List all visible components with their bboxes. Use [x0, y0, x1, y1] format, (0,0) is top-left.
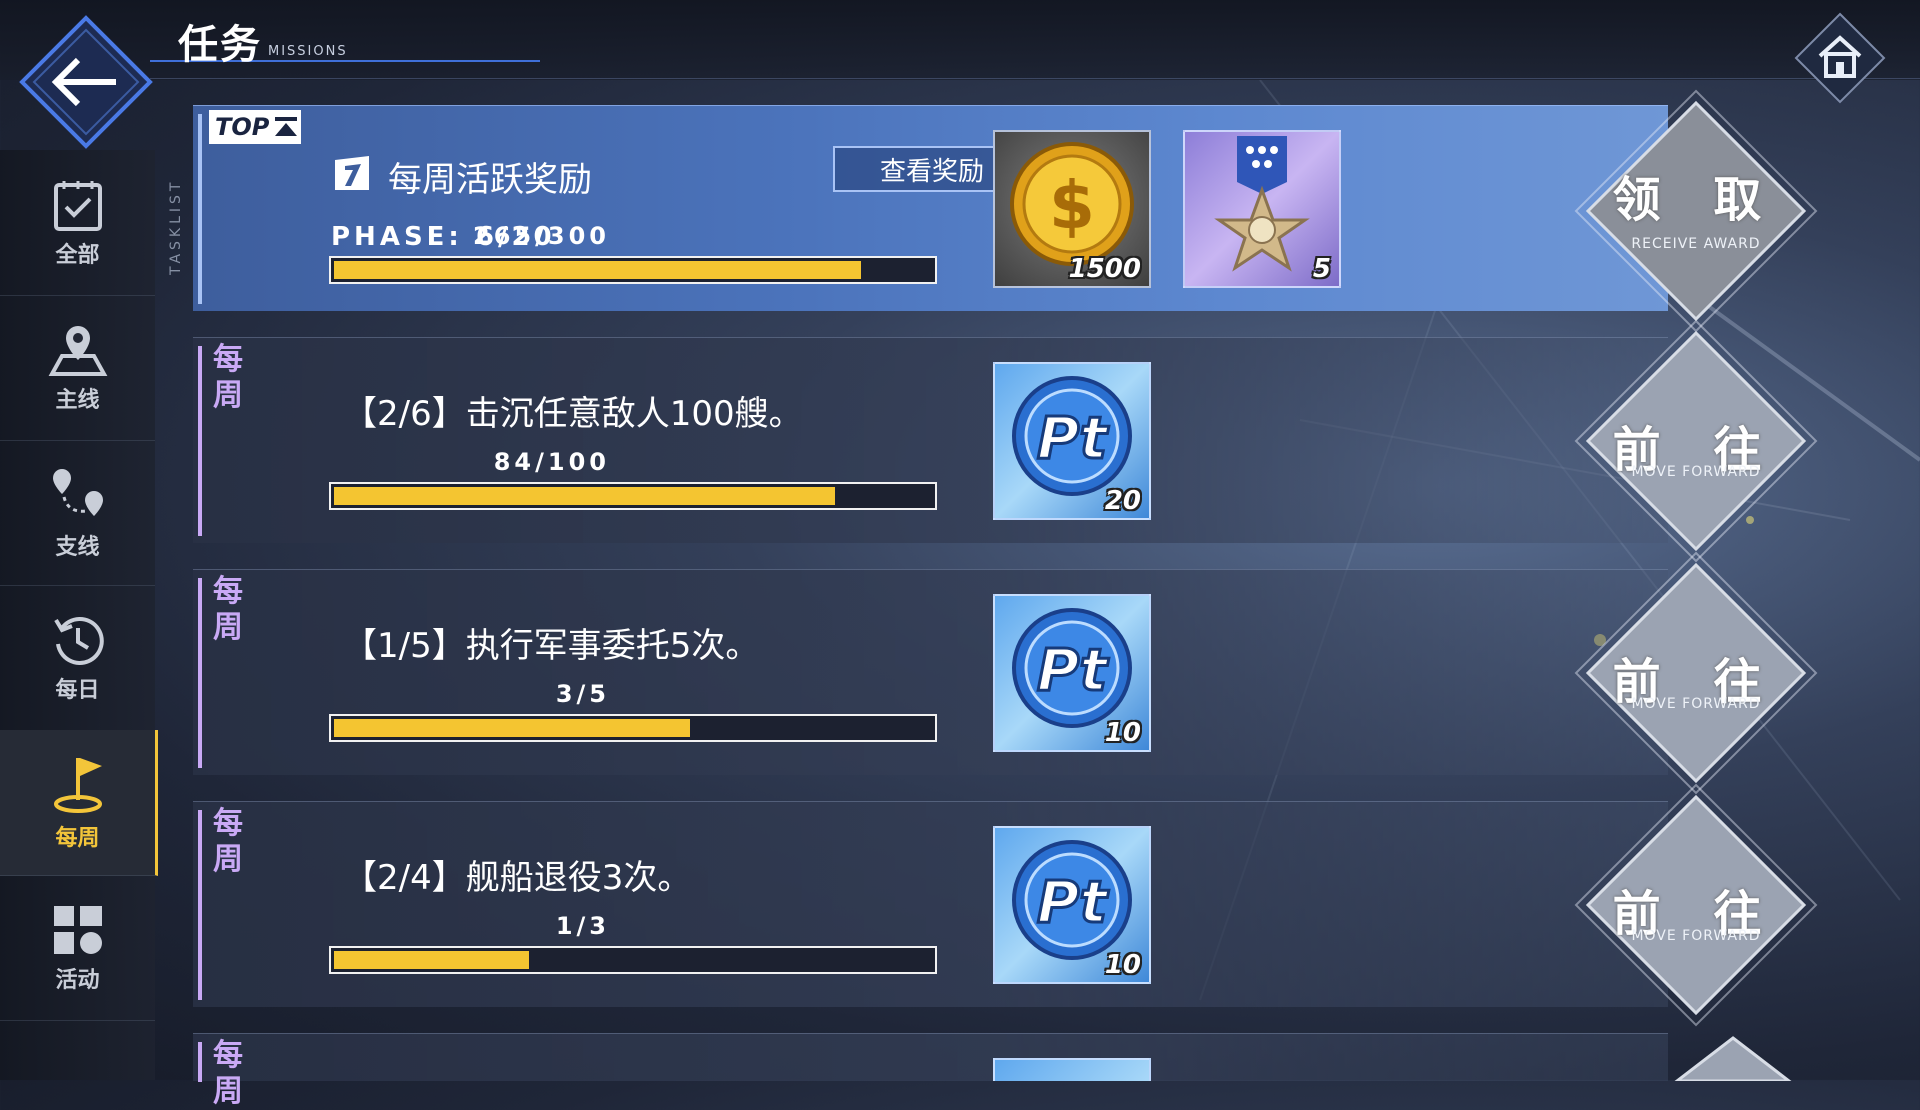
- header-divider: [150, 78, 1920, 79]
- mission-row: 每周 【2/6】击沉任意敌人100艘。 84/100 Pt 20 前 往 MOV…: [193, 319, 1818, 563]
- sidebar-item-all[interactable]: 全部: [0, 150, 155, 296]
- reward-item[interactable]: 5: [1183, 130, 1341, 288]
- reward-item[interactable]: Pt 20: [993, 362, 1151, 520]
- sidebar-item-weekly[interactable]: 每周: [0, 730, 158, 876]
- top-badge: TOP: [209, 110, 301, 144]
- checklist-icon: [53, 180, 102, 231]
- mission-description: 【1/5】执行军事委托5次。: [343, 626, 760, 666]
- sidebar-item-daily[interactable]: 每日: [0, 585, 155, 731]
- progress-count: 3/5: [555, 680, 610, 708]
- sidebar-item-label: 每日: [55, 677, 100, 703]
- weekly-tag: 每周: [213, 1038, 243, 1109]
- grid-icon: [53, 905, 102, 954]
- clock-history-icon: [53, 616, 104, 665]
- reward-quantity: 1500: [1068, 254, 1141, 284]
- pin-to-top-icon: [275, 117, 298, 136]
- receive-award-sublabel: RECEIVE AWARD: [1631, 236, 1761, 252]
- reward-quantity: 20: [1104, 486, 1141, 516]
- sidebar-item-main[interactable]: 主线: [0, 295, 155, 441]
- progress-fill: [334, 719, 691, 737]
- mission-row: 每周 【2/4】舰船退役3次。 1/3 Pt 10 前 往 MOVE FORWA…: [193, 783, 1818, 1027]
- mission-row-partial: 每周: [193, 1033, 1792, 1109]
- map-pin-icon: [48, 325, 107, 376]
- progress-count: 1/3: [555, 912, 610, 940]
- sidebar-item-side[interactable]: 支线: [0, 440, 155, 586]
- top-badge-text: TOP: [215, 113, 270, 141]
- sidebar-item-label: 全部: [55, 242, 100, 268]
- reward-item[interactable]: $ 1500: [993, 130, 1151, 288]
- reward-quantity: 5: [1312, 254, 1331, 284]
- view-rewards-label: 查看奖励: [879, 156, 984, 187]
- progress-fill: [334, 951, 530, 969]
- progress-fill: [334, 261, 862, 279]
- calendar-seven-icon: [335, 156, 369, 190]
- sidebar-item-label: 主线: [55, 387, 100, 413]
- progress-count: 265/300: [473, 222, 610, 250]
- mission-description: 【2/6】击沉任意敌人100艘。: [343, 394, 803, 434]
- back-button[interactable]: [16, 12, 156, 152]
- svg-text:Pt: Pt: [1037, 404, 1110, 472]
- weekly-tag: 每周: [213, 574, 243, 645]
- reward-item[interactable]: Pt 10: [993, 826, 1151, 984]
- row-stripe: [198, 346, 202, 536]
- progress-bar: [329, 946, 937, 974]
- category-sidebar: 全部 主线 支线 每日 每周 活动: [0, 150, 158, 1080]
- reward-item[interactable]: [993, 1058, 1151, 1081]
- move-forward-button[interactable]: [1673, 1034, 1793, 1081]
- row-stripe: [198, 1042, 202, 1082]
- page-subtitle: MISSIONS: [268, 44, 348, 59]
- svg-text:$: $: [1049, 167, 1095, 244]
- progress-bar: [329, 714, 937, 742]
- reward-quantity: 10: [1104, 950, 1141, 980]
- reward-item[interactable]: Pt 10: [993, 594, 1151, 752]
- sidebar-item-label: 活动: [55, 967, 100, 993]
- page-title: 任务: [178, 22, 262, 68]
- header-bar: 任务 MISSIONS: [0, 0, 1920, 80]
- sidebar-item-label: 支线: [55, 534, 100, 560]
- reward-quantity: 10: [1104, 718, 1141, 748]
- svg-text:Pt: Pt: [1037, 636, 1110, 704]
- row-stripe: [198, 114, 202, 304]
- progress-bar: [329, 256, 937, 284]
- svg-text:Pt: Pt: [1037, 868, 1110, 936]
- mission-description: 【2/4】舰船退役3次。: [343, 858, 692, 898]
- weekly-tag: 每周: [213, 342, 243, 413]
- move-forward-sublabel: MOVE FORWARD: [1631, 696, 1761, 712]
- tasklist-label: TASKLIST: [168, 178, 184, 275]
- progress-count: 84/100: [493, 448, 610, 476]
- flag-icon: [53, 757, 102, 813]
- route-pins-icon: [52, 468, 103, 516]
- row-stripe: [198, 810, 202, 1000]
- move-forward-sublabel: MOVE FORWARD: [1631, 464, 1761, 480]
- receive-award-label: 领 取: [1612, 172, 1780, 228]
- progress-fill: [334, 487, 836, 505]
- move-forward-sublabel: MOVE FORWARD: [1631, 928, 1761, 944]
- progress-bar: [329, 482, 937, 510]
- weekly-active-reward-row: TOP 每周活跃奖励 查看奖励 PHASE: 6/20 265/300 $ 15…: [193, 89, 1818, 333]
- weekly-reward-title: 每周活跃奖励: [388, 160, 592, 200]
- row-stripe: [198, 578, 202, 768]
- mission-row: 每周 【1/5】执行军事委托5次。 3/5 Pt 10 前 往 MOVE FOR…: [193, 551, 1818, 795]
- sidebar-item-event[interactable]: 活动: [0, 875, 155, 1021]
- sidebar-item-label: 每周: [55, 825, 100, 851]
- weekly-tag: 每周: [213, 806, 243, 877]
